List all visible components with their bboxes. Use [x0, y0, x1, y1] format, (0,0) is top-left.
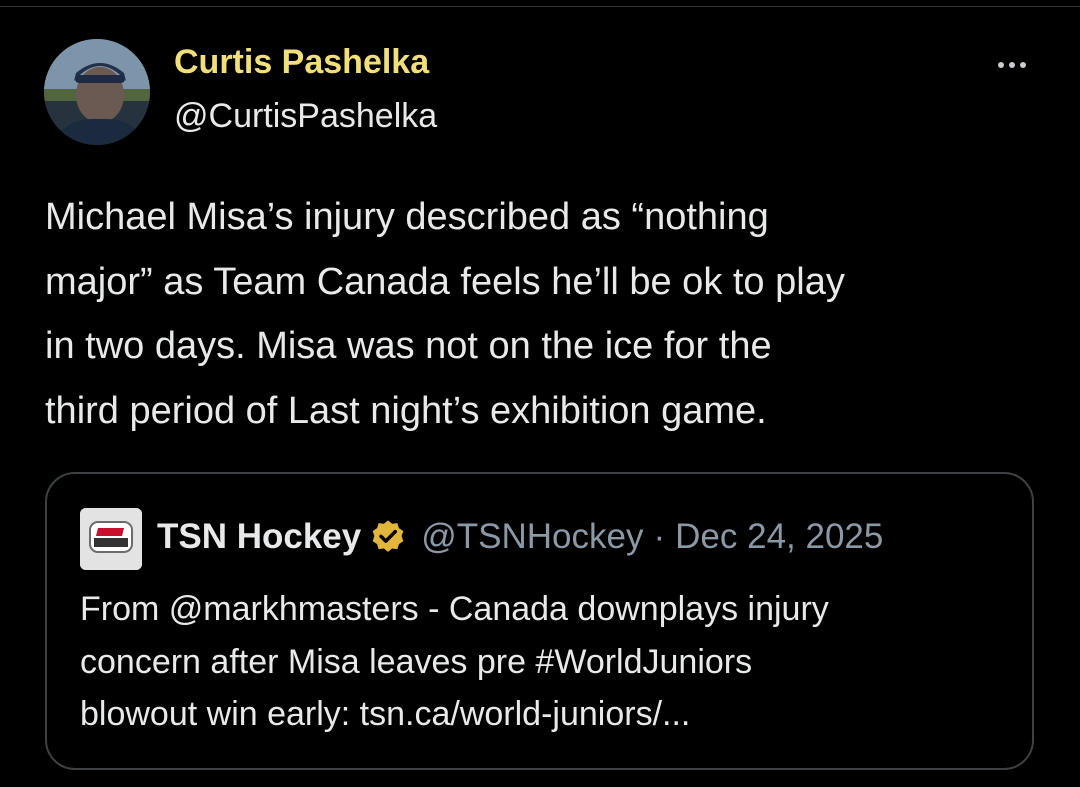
tsn-hockey-logo — [80, 508, 142, 570]
quote-text: From @markhmasters - Canada downplays in… — [80, 583, 1010, 741]
quote-text-line: From @markhmasters - Canada downplays in… — [80, 590, 829, 628]
more-horizontal-icon-dot — [1020, 62, 1026, 68]
tweet-text-line: Michael Misa’s injury described as “noth… — [45, 196, 769, 238]
quoted-tweet-card[interactable]: TSN Hockey @TSNHockey · Dec 24, 2025 Fro… — [45, 472, 1034, 770]
quote-avatar[interactable] — [80, 508, 142, 570]
quote-author-handle[interactable]: @TSNHockey — [421, 517, 643, 557]
quote-text-line: blowout win early: tsn.ca/world-juniors/… — [80, 695, 691, 733]
quote-header: TSN Hockey @TSNHockey · Dec 24, 2025 — [157, 515, 883, 559]
quote-date[interactable]: Dec 24, 2025 — [675, 517, 883, 557]
tweet-text-line: third period of Last night’s exhibition … — [45, 389, 767, 432]
more-options-button[interactable] — [984, 50, 1040, 80]
tweet-text: Michael Misa’s injury described as “noth… — [45, 185, 1035, 443]
author-handle[interactable]: @CurtisPashelka — [174, 97, 437, 136]
more-horizontal-icon-dot — [1009, 62, 1015, 68]
quote-separator: · — [653, 517, 666, 556]
quote-text-line: concern after Misa leaves pre #WorldJuni… — [80, 642, 753, 681]
author-name[interactable]: Curtis Pashelka — [174, 43, 429, 82]
quote-author-name[interactable]: TSN Hockey — [157, 517, 361, 557]
author-avatar-image — [44, 39, 150, 145]
more-horizontal-icon — [998, 62, 1004, 68]
verified-badge-icon — [372, 520, 404, 552]
tweet-text-line: in two days. Misa was not on the ice for… — [45, 325, 772, 367]
author-avatar[interactable] — [44, 39, 150, 145]
top-divider — [0, 6, 1080, 7]
tweet-text-line: major” as Team Canada feels he’ll be ok … — [45, 260, 845, 303]
